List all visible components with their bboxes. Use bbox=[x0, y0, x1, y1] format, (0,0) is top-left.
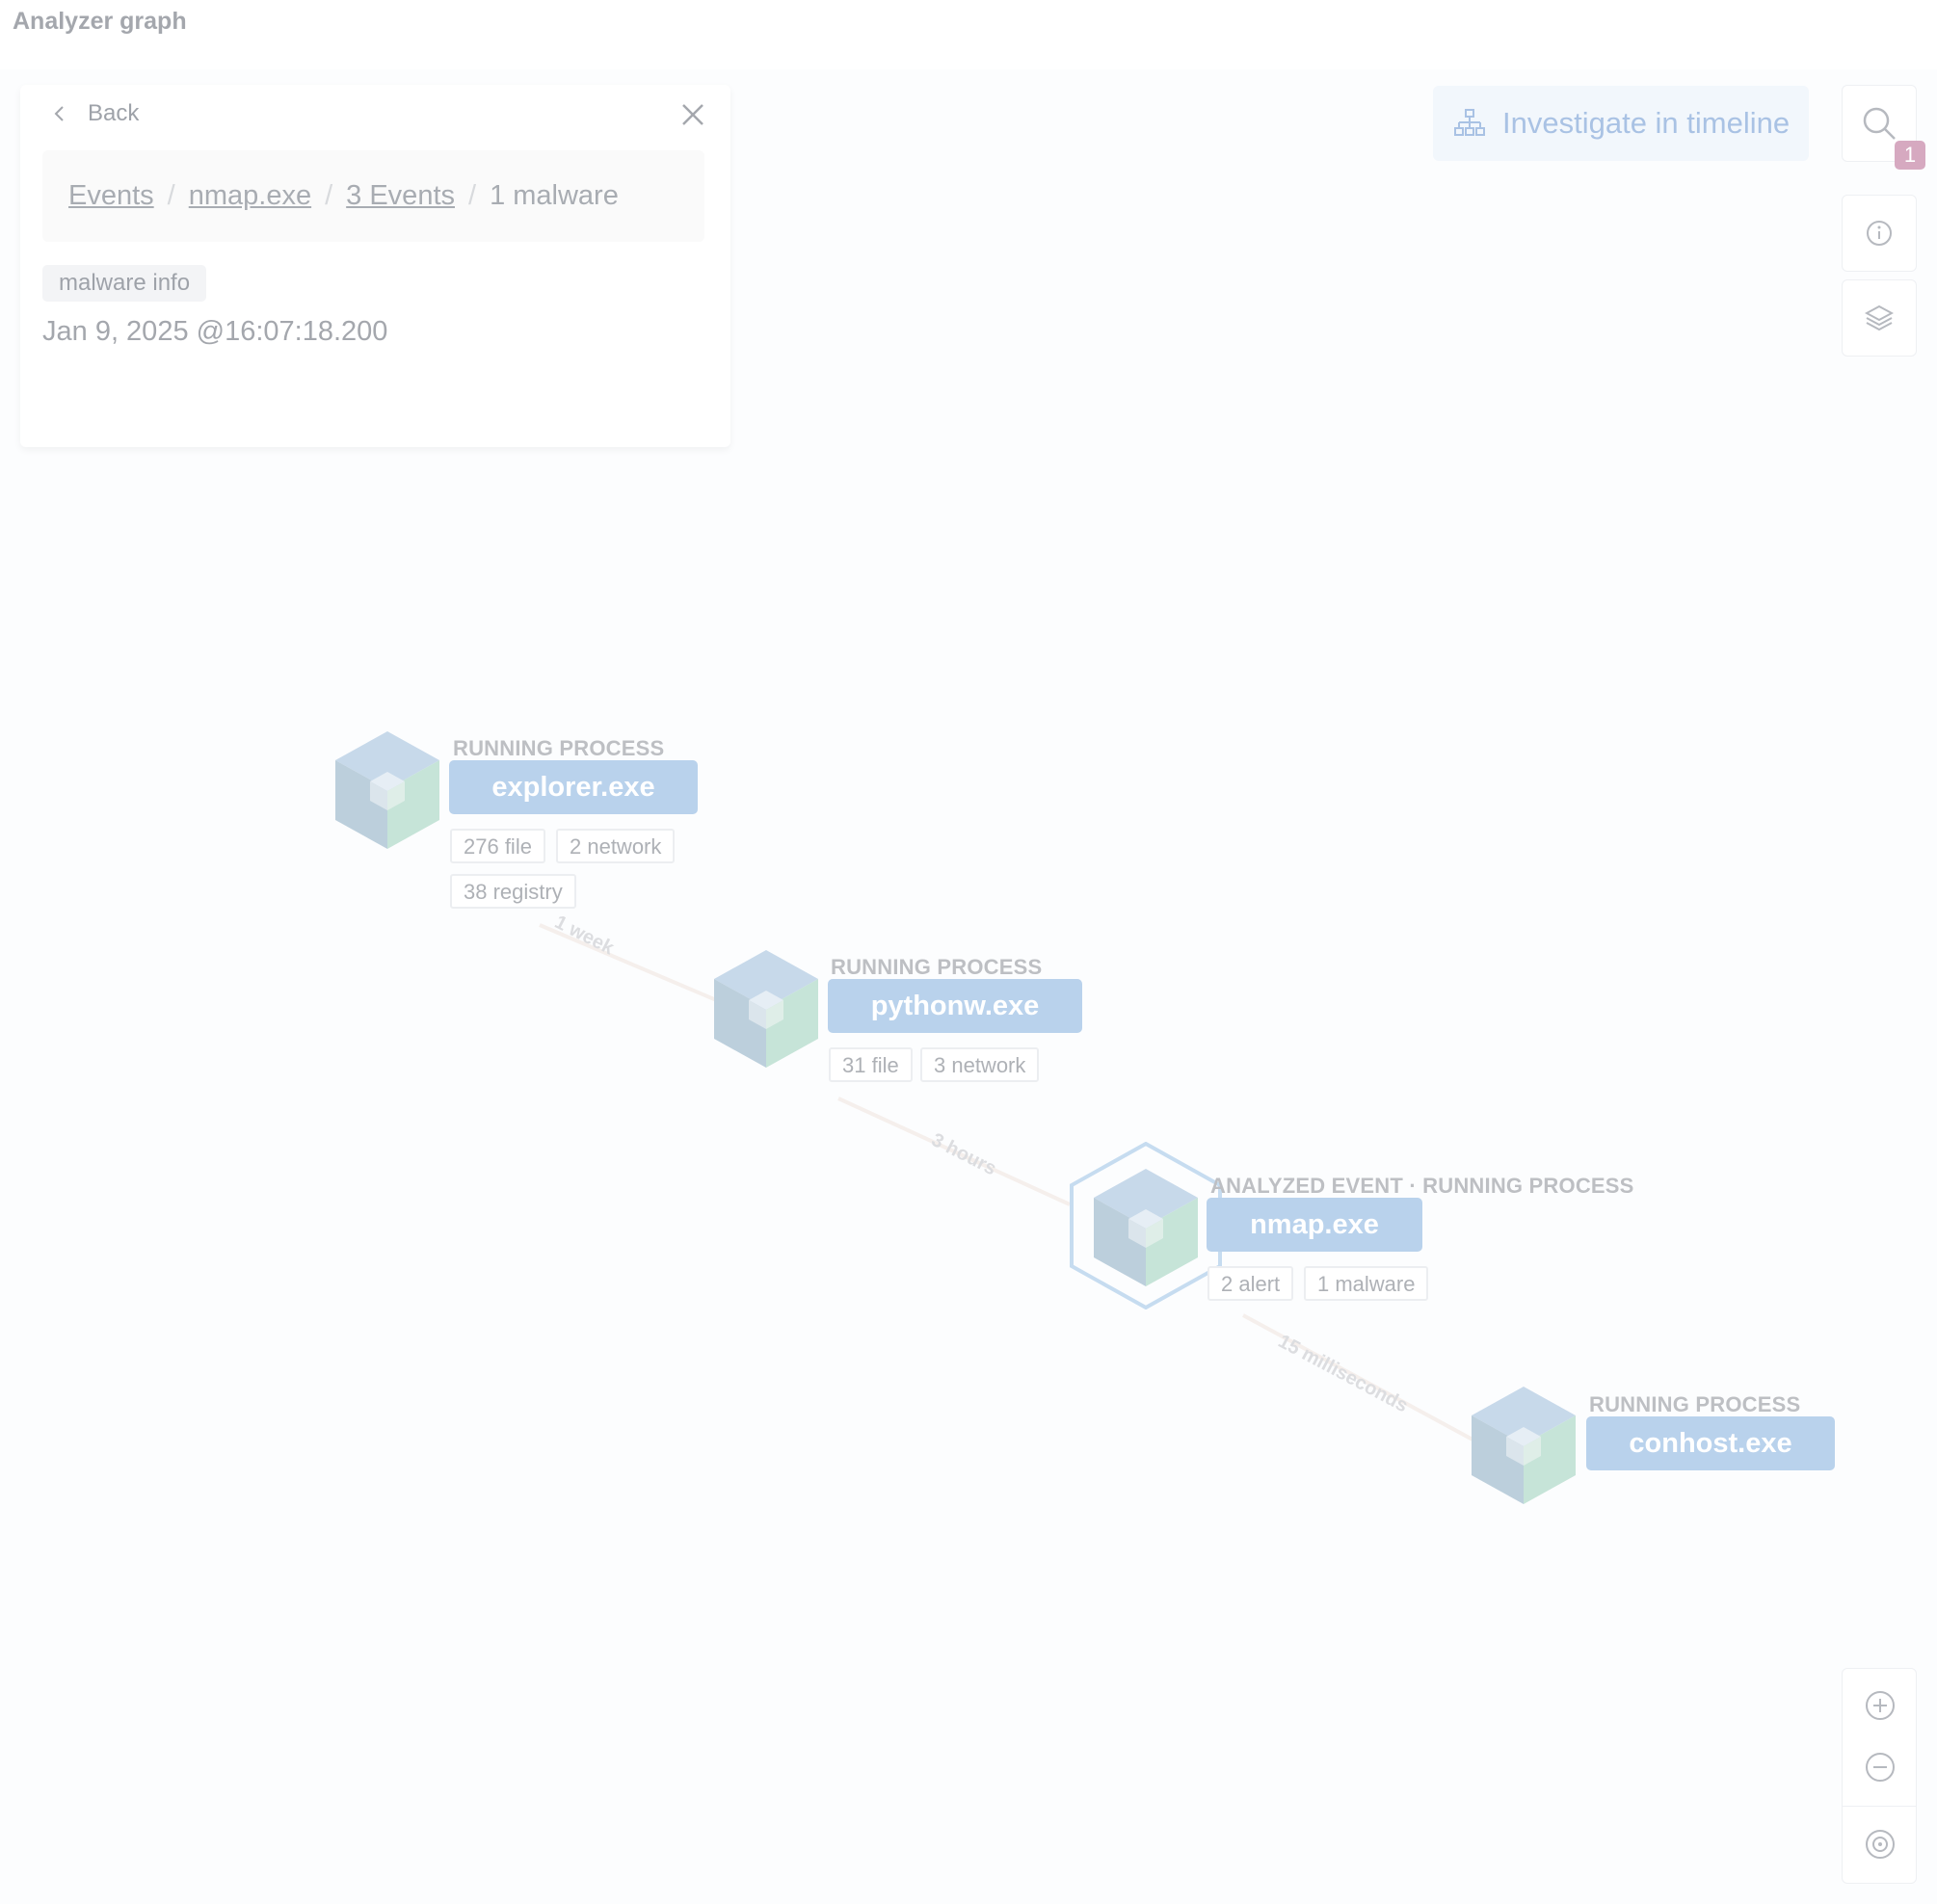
info-icon bbox=[1867, 221, 1892, 246]
node-type-label: RUNNING PROCESS bbox=[1589, 1392, 1801, 1416]
investigate-label: Investigate in timeline bbox=[1502, 106, 1791, 140]
node-type-label: ANALYZED EVENT · RUNNING PROCESS bbox=[1210, 1174, 1634, 1198]
breadcrumb-separator: / bbox=[325, 180, 333, 211]
zoom-controls bbox=[1842, 1668, 1917, 1884]
zoom-out-icon[interactable] bbox=[1865, 1752, 1896, 1783]
zoom-divider bbox=[1843, 1806, 1916, 1807]
process-node-icon[interactable] bbox=[714, 950, 818, 1068]
selected-node-ring-icon[interactable] bbox=[1070, 1142, 1222, 1309]
close-icon[interactable] bbox=[678, 100, 707, 129]
node-name-button[interactable]: pythonw.exe bbox=[828, 979, 1082, 1033]
node-type-label: RUNNING PROCESS bbox=[453, 736, 665, 760]
process-node-icon[interactable] bbox=[1472, 1387, 1576, 1504]
process-node-icon[interactable] bbox=[335, 731, 439, 849]
node-stat-pill[interactable]: 38 registry bbox=[450, 874, 576, 909]
center-target-icon[interactable] bbox=[1865, 1829, 1896, 1860]
breadcrumb-count-link[interactable]: 3 Events bbox=[346, 180, 455, 212]
breadcrumb-process-link[interactable]: nmap.exe bbox=[189, 180, 311, 212]
layers-button[interactable] bbox=[1842, 279, 1917, 357]
breadcrumb-current: 1 malware bbox=[490, 180, 619, 211]
node-detail-panel: Back Events / nmap.exe / 3 Events / 1 ma… bbox=[20, 85, 730, 447]
back-label: Back bbox=[88, 100, 140, 126]
info-button[interactable] bbox=[1842, 195, 1917, 272]
node-type-label: RUNNING PROCESS bbox=[831, 955, 1043, 979]
node-name-button[interactable]: explorer.exe bbox=[449, 760, 698, 814]
node-stat-pill[interactable]: 2 alert bbox=[1207, 1266, 1294, 1301]
event-timestamp: Jan 9, 2025 @16:07:18.200 bbox=[42, 316, 388, 347]
node-name-button[interactable]: conhost.exe bbox=[1586, 1416, 1835, 1470]
chevron-left-icon bbox=[54, 106, 64, 121]
investigate-in-timeline-button[interactable]: Investigate in timeline bbox=[1433, 86, 1809, 161]
timeline-tree-icon bbox=[1454, 109, 1485, 136]
layers-icon bbox=[1865, 304, 1894, 331]
node-stat-pill[interactable]: 276 file bbox=[450, 829, 545, 863]
back-button[interactable]: Back bbox=[51, 100, 139, 127]
node-stat-pill[interactable]: 2 network bbox=[556, 829, 676, 863]
search-count-badge: 1 bbox=[1895, 141, 1925, 170]
node-stat-pill[interactable]: 31 file bbox=[829, 1047, 913, 1082]
event-category-tag: malware info bbox=[42, 265, 207, 302]
node-name-button[interactable]: nmap.exe bbox=[1207, 1198, 1422, 1252]
breadcrumb-events-link[interactable]: Events bbox=[68, 180, 154, 212]
breadcrumb: Events / nmap.exe / 3 Events / 1 malware bbox=[42, 150, 704, 242]
node-stat-pill[interactable]: 3 network bbox=[920, 1047, 1040, 1082]
search-icon bbox=[1863, 107, 1896, 140]
zoom-in-icon[interactable] bbox=[1865, 1690, 1896, 1721]
breadcrumb-separator: / bbox=[468, 180, 477, 211]
breadcrumb-separator: / bbox=[167, 180, 175, 211]
node-stat-pill[interactable]: 1 malware bbox=[1304, 1266, 1429, 1301]
